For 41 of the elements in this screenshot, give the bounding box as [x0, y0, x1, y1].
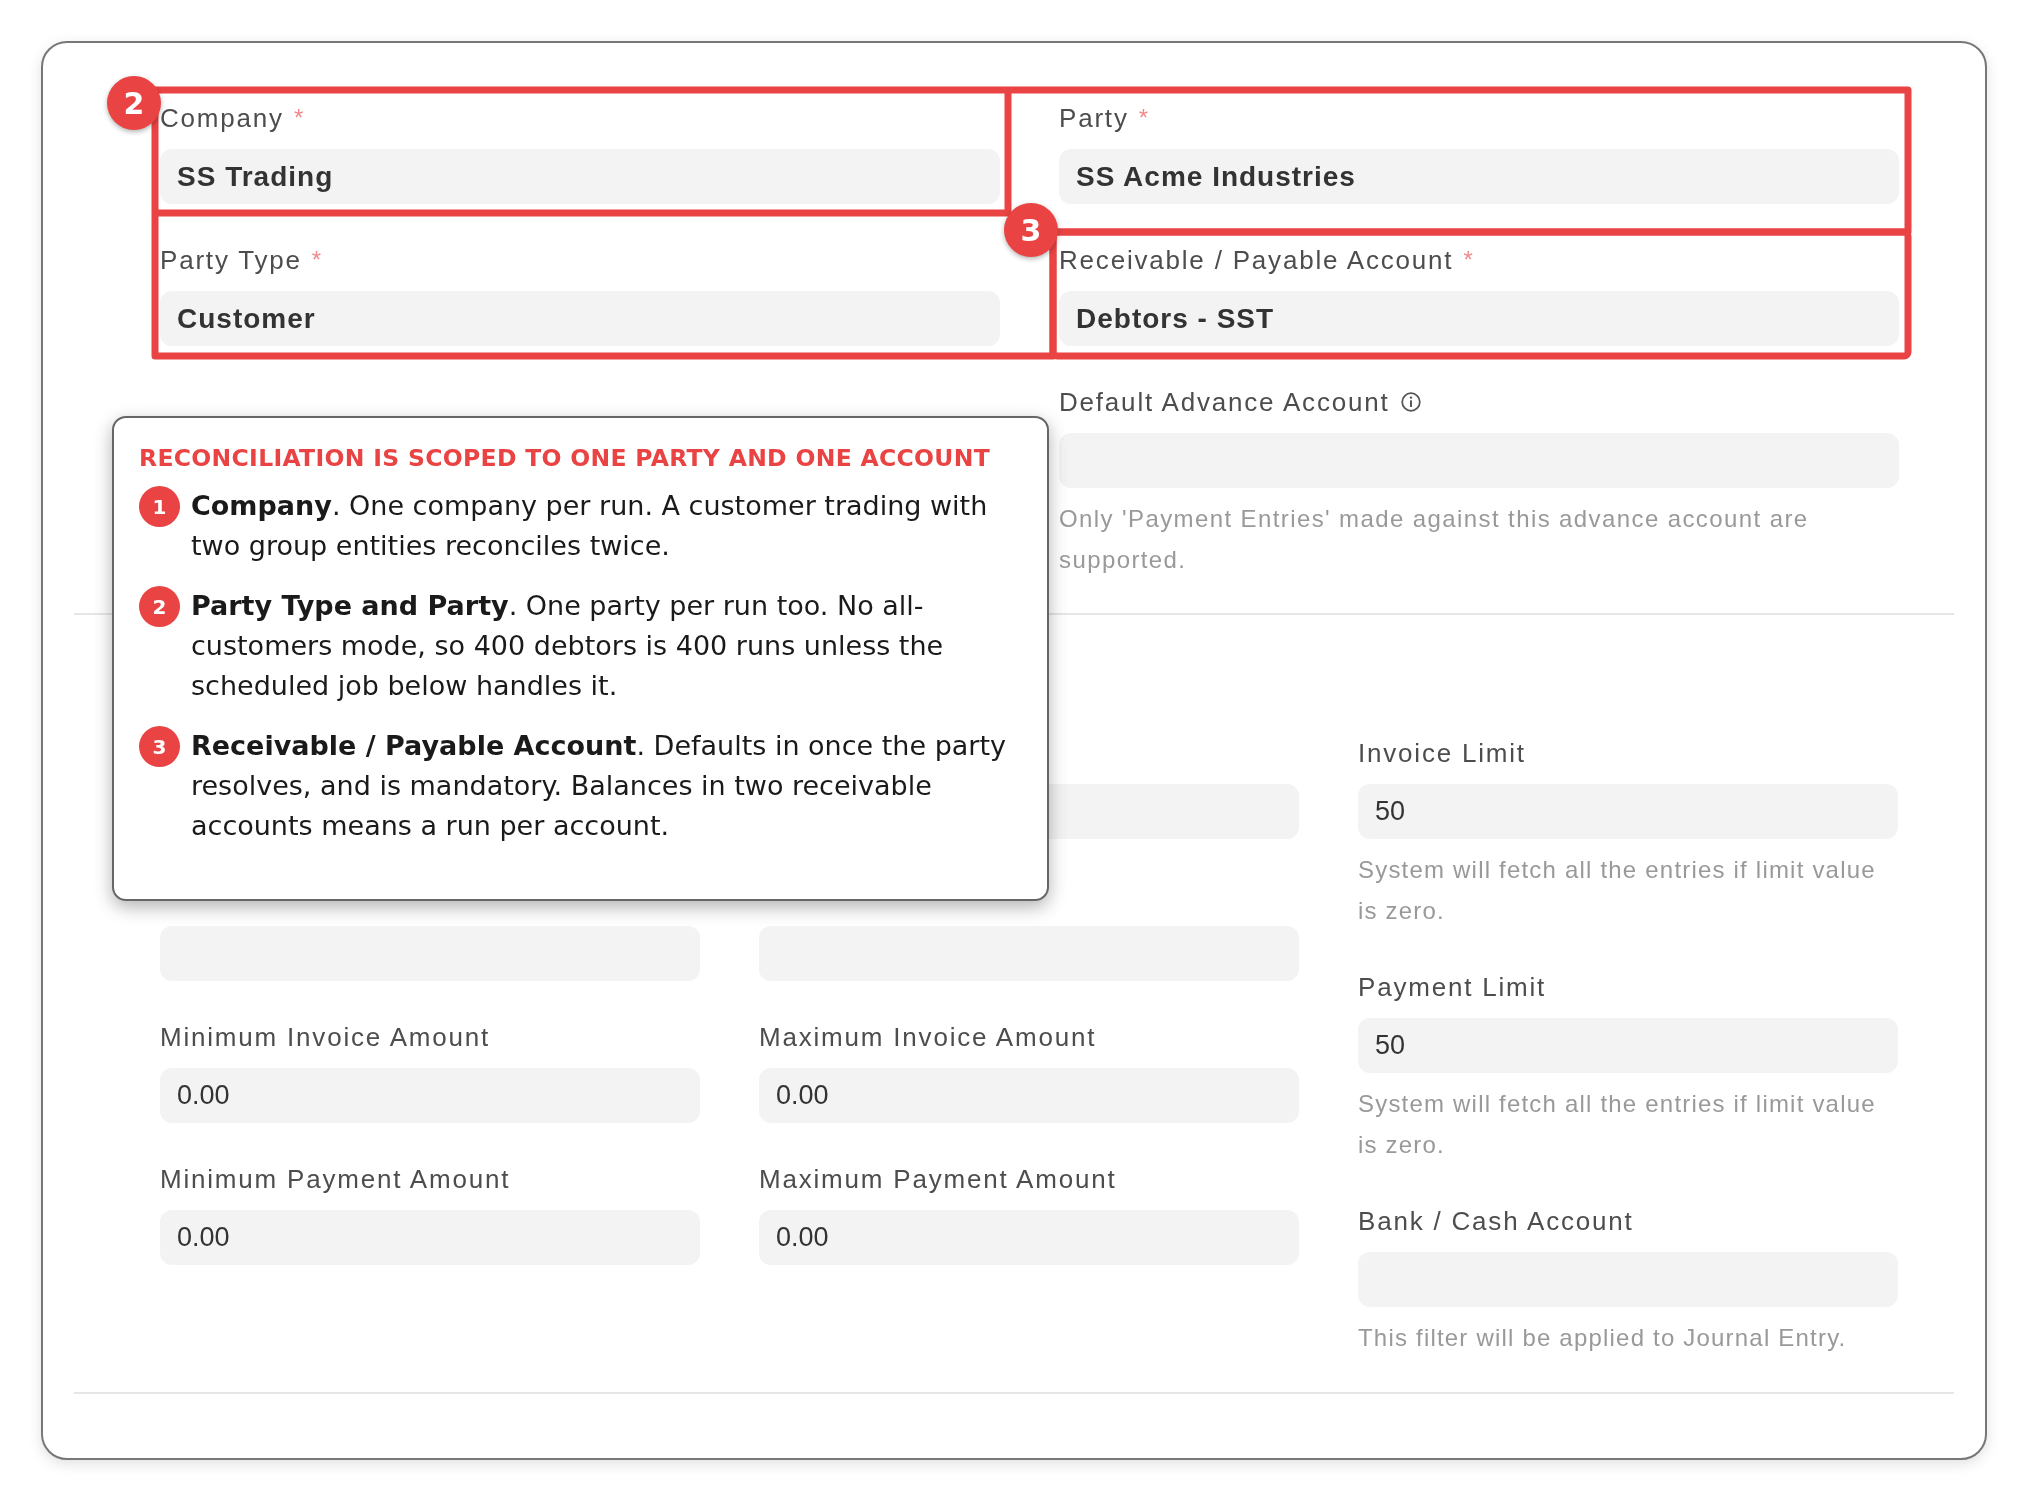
number-badge: 3 [1004, 203, 1058, 257]
callout-title: RECONCILIATION IS SCOPED TO ONE PARTY AND ONE ACCOUNT [139, 444, 992, 472]
field-label: Company [160, 102, 284, 134]
help-text: System will fetch all the entries if limit value is zero. [1358, 855, 1877, 926]
field-label: Maximum Invoice Amount [759, 1021, 1097, 1053]
input-field[interactable]: SS Acme Industries [1059, 149, 1899, 204]
required-mark: * [1138, 104, 1149, 132]
callout-text: Company. One company per run. A customer trading with two group entities reconciles twice. [191, 489, 989, 563]
required-mark: * [293, 104, 304, 132]
field-label: Invoice Limit [1358, 737, 1526, 769]
field-label: Minimum Payment Amount [160, 1163, 511, 1195]
input-field[interactable]: 50 [1358, 1018, 1898, 1073]
input-field[interactable]: SS Trading [160, 149, 1000, 204]
input-field[interactable]: Debtors - SST [1059, 291, 1899, 346]
field-label: Default Advance Account [1059, 386, 1390, 418]
number-badge: 2 [107, 76, 161, 130]
input-field[interactable]: 0.00 [759, 1068, 1299, 1123]
input-field[interactable]: 0.00 [759, 1210, 1299, 1265]
field-label: Receivable / Payable Account [1059, 244, 1454, 276]
callout-text: Party Type and Party. One party per run too. No all-customers mode, so 400 debtors is 400 runs unless the scheduled job below handles it. [191, 589, 945, 703]
field-label: Minimum Invoice Amount [160, 1021, 491, 1053]
input-field[interactable]: 50 [1358, 784, 1898, 839]
field-label: Payment Limit [1358, 971, 1547, 1003]
help-text: This filter will be applied to Journal Entry. [1358, 1323, 1848, 1353]
field-label: Party Type [160, 244, 302, 276]
input-field[interactable]: Customer [160, 291, 1000, 346]
info-icon[interactable] [1399, 391, 1422, 413]
field-label: Bank / Cash Account [1358, 1205, 1634, 1237]
help-text: Only 'Payment Entries' made against this advance account are supported. [1059, 504, 1810, 575]
number-badge: 1 [139, 486, 180, 527]
field-label: Maximum Payment Amount [759, 1163, 1117, 1195]
required-mark: * [311, 246, 322, 274]
number-badge: 3 [139, 726, 180, 767]
required-mark: * [1463, 246, 1473, 274]
input-field[interactable]: 0.00 [160, 1210, 700, 1265]
number-badge: 2 [139, 586, 180, 627]
field-label: Party [1059, 102, 1129, 134]
help-text: System will fetch all the entries if limit value is zero. [1358, 1089, 1877, 1160]
input-field[interactable] [1048, 784, 1299, 839]
callout-text: Receivable / Payable Account. Defaults in once the party resolves, and is mandatory. Balances in two receivable accounts means a run per account. [191, 729, 1007, 843]
input-field[interactable]: 0.00 [160, 1068, 700, 1123]
